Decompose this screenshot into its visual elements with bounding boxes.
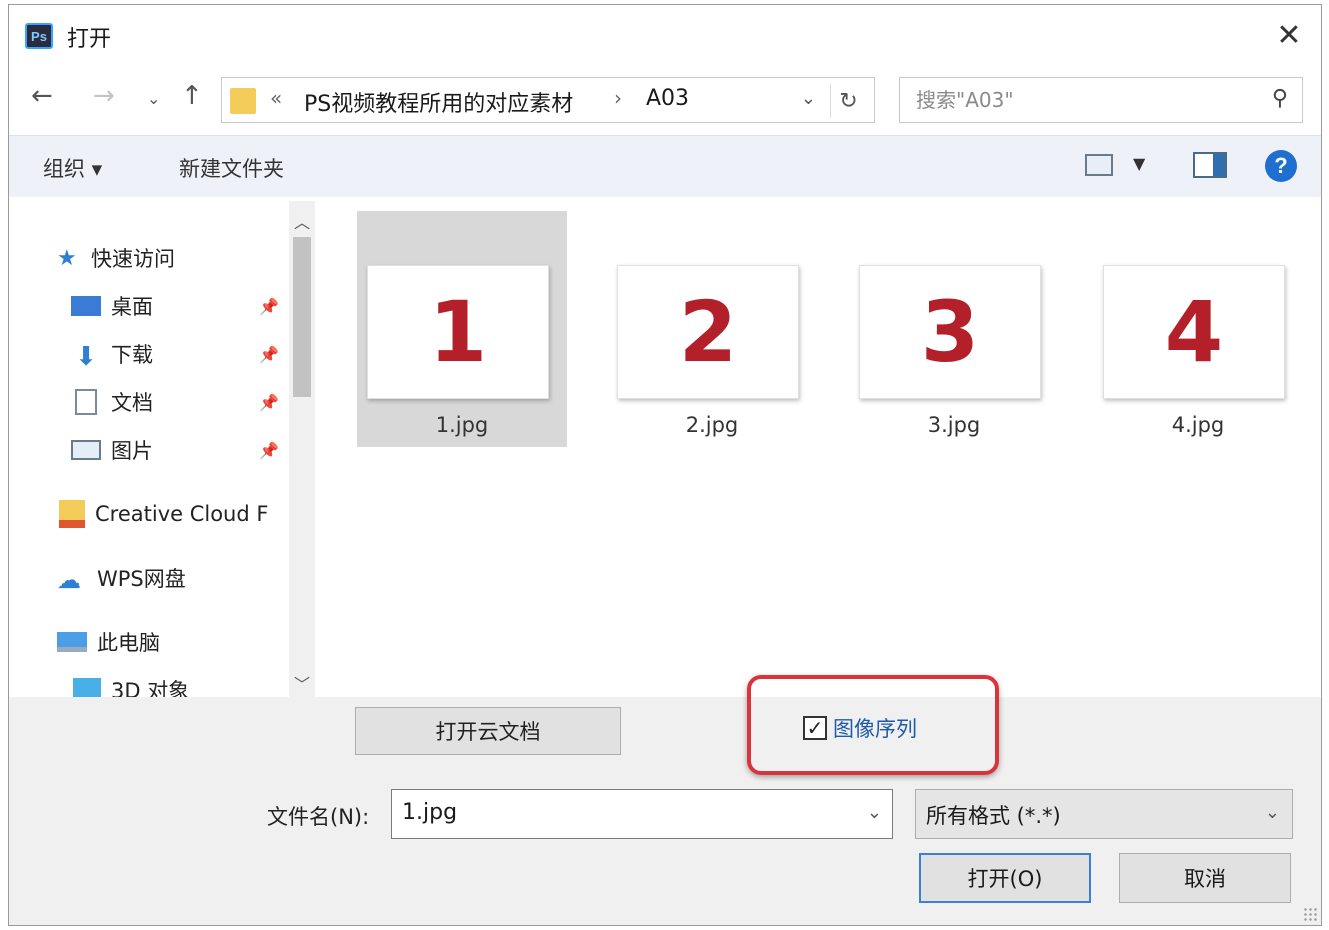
desktop-icon [71, 296, 101, 316]
new-folder-button[interactable]: 新建文件夹 [179, 153, 284, 183]
navigation-pane: ★ 快速访问 桌面 📌 ⬇ 下载 📌 文档 📌 图片 📌 Creative Cl… [9, 201, 315, 703]
file-name: 1.jpg [435, 413, 489, 437]
scroll-up-icon[interactable]: ︿ [289, 209, 315, 233]
view-options-chevron-icon[interactable]: ▼ [1133, 154, 1145, 173]
sidebar-item-creative-cloud[interactable]: Creative Cloud F [59, 497, 268, 531]
file-item[interactable]: 4 4.jpg [1093, 211, 1303, 447]
search-box[interactable]: ⚲ [899, 77, 1303, 123]
folder-icon [230, 88, 256, 114]
scrollbar-thumb[interactable] [293, 237, 311, 397]
sidebar-item-label: 此电脑 [97, 631, 160, 655]
sidebar-item-label: WPS网盘 [97, 567, 186, 591]
address-bar[interactable]: « PS视频教程所用的对应素材 › A03 ⌄ ↻ [221, 77, 875, 123]
file-thumbnail: 1 [367, 265, 549, 399]
scroll-down-icon[interactable]: ﹀ [289, 671, 315, 695]
sidebar-item-desktop[interactable]: 桌面 📌 [71, 289, 279, 323]
file-name: 3.jpg [927, 413, 981, 437]
download-icon: ⬇ [75, 342, 97, 372]
pin-icon[interactable]: 📌 [259, 441, 279, 460]
preview-pane-icon[interactable] [1193, 152, 1227, 178]
view-mode-icon[interactable] [1085, 154, 1113, 176]
sidebar-item-wps-cloud[interactable]: ☁ WPS网盘 [57, 561, 186, 595]
forward-arrow-icon[interactable]: → [93, 81, 115, 111]
help-icon[interactable]: ? [1265, 150, 1297, 182]
file-thumbnail: 4 [1103, 265, 1285, 399]
sidebar-item-label: 快速访问 [91, 247, 175, 271]
pin-icon[interactable]: 📌 [259, 297, 279, 316]
up-arrow-icon[interactable]: ↑ [181, 81, 203, 111]
breadcrumb-separator[interactable]: › [614, 86, 622, 110]
dialog-title: 打开 [67, 27, 112, 52]
file-list: 1 1.jpg 2 2.jpg 3 3.jpg 4 4.jpg [321, 201, 1321, 697]
resize-grip-icon[interactable] [1303, 907, 1317, 921]
refresh-button[interactable]: ↻ [830, 84, 866, 118]
sidebar-item-documents[interactable]: 文档 📌 [71, 385, 279, 419]
command-toolbar: 组织 ▾ 新建文件夹 ▼ ? [9, 135, 1321, 197]
cloud-icon: ☁ [57, 566, 81, 594]
sidebar-item-this-pc[interactable]: 此电脑 [57, 625, 160, 659]
image-sequence-label: 图像序列 [833, 717, 917, 741]
file-item[interactable]: 3 3.jpg [849, 211, 1059, 447]
file-name: 2.jpg [685, 413, 739, 437]
sidebar-item-downloads[interactable]: ⬇ 下载 📌 [71, 337, 279, 372]
breadcrumb-overflow[interactable]: « [270, 86, 282, 110]
file-type-select[interactable]: 所有格式 (*.*) ⌄ [915, 789, 1293, 839]
pictures-icon [71, 440, 101, 460]
open-cloud-document-button[interactable]: 打开云文档 [355, 707, 621, 755]
sidebar-scrollbar[interactable]: ︿ ﹀ [289, 201, 315, 697]
refresh-icon: ↻ [839, 88, 858, 114]
file-item[interactable]: 2 2.jpg [607, 211, 817, 447]
sidebar-item-pictures[interactable]: 图片 📌 [71, 433, 279, 467]
search-icon[interactable]: ⚲ [1272, 86, 1288, 111]
navigation-bar: ← → ⌄ ↑ « PS视频教程所用的对应素材 › A03 ⌄ ↻ ⚲ [9, 73, 1321, 125]
sidebar-item-quick-access[interactable]: ★ 快速访问 [57, 241, 175, 275]
pin-icon[interactable]: 📌 [259, 393, 279, 412]
sidebar-item-label: 桌面 [111, 295, 153, 319]
document-icon [75, 389, 97, 415]
filename-field[interactable]: 1.jpg ⌄ [391, 789, 893, 839]
sidebar-item-label: 文档 [111, 391, 153, 415]
checkbox-box[interactable]: ✓ [803, 716, 827, 740]
close-icon: ✕ [1276, 17, 1302, 53]
star-icon: ★ [57, 246, 77, 271]
filename-label: 文件名(N): [267, 805, 370, 829]
breadcrumb-item-current[interactable]: A03 [646, 86, 689, 111]
open-file-dialog: Ps 打开 ✕ ← → ⌄ ↑ « PS视频教程所用的对应素材 › A03 ⌄ … [8, 4, 1322, 926]
cancel-button[interactable]: 取消 [1119, 853, 1291, 903]
file-name: 4.jpg [1171, 413, 1225, 437]
chevron-down-icon[interactable]: ⌄ [867, 802, 882, 823]
sidebar-item-label: Creative Cloud F [95, 502, 269, 526]
computer-icon [57, 632, 87, 652]
organize-menu-button[interactable]: 组织 ▾ [43, 153, 102, 183]
open-button[interactable]: 打开(O) [919, 853, 1091, 903]
filename-value[interactable]: 1.jpg [402, 800, 457, 825]
search-input[interactable] [916, 86, 1236, 114]
pin-icon[interactable]: 📌 [259, 345, 279, 364]
file-item-selected[interactable]: 1 1.jpg [357, 211, 567, 447]
recent-locations-chevron-icon[interactable]: ⌄ [147, 89, 160, 108]
dialog-footer: 打开云文档 ✓ 图像序列 文件名(N): 1.jpg ⌄ 所有格式 (*.*) … [9, 675, 1321, 925]
image-sequence-checkbox[interactable]: ✓ 图像序列 [803, 713, 917, 743]
title-bar: Ps 打开 ✕ [9, 5, 1321, 65]
file-thumbnail: 3 [859, 265, 1041, 399]
photoshop-app-icon: Ps [25, 23, 53, 49]
file-type-value: 所有格式 (*.*) [926, 804, 1061, 828]
sidebar-item-label: 下载 [111, 343, 153, 367]
close-button[interactable]: ✕ [1269, 17, 1309, 53]
file-thumbnail: 2 [617, 265, 799, 399]
sidebar-item-label: 图片 [111, 439, 153, 463]
creative-cloud-icon [59, 500, 85, 528]
back-arrow-icon[interactable]: ← [31, 81, 53, 111]
breadcrumb-item[interactable]: PS视频教程所用的对应素材 [304, 86, 573, 118]
chevron-down-icon[interactable]: ⌄ [1265, 802, 1280, 823]
address-dropdown-chevron-icon[interactable]: ⌄ [801, 88, 816, 109]
